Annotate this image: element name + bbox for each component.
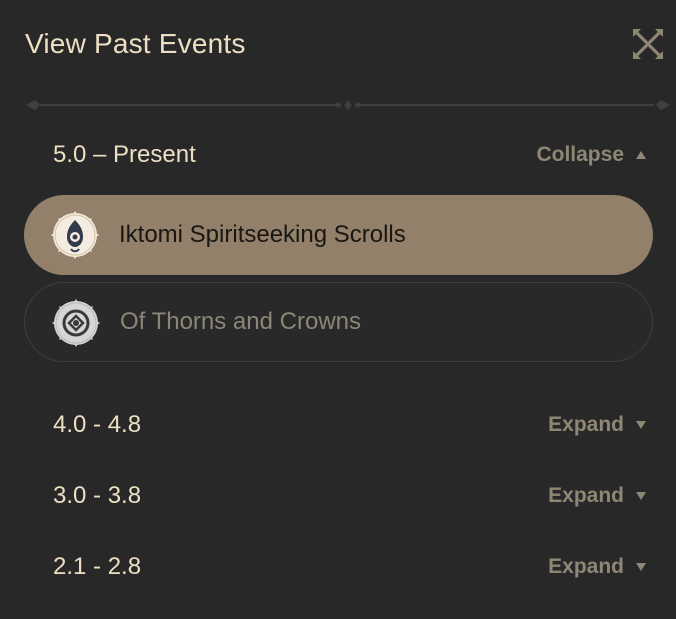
- expand-toggle[interactable]: Expand: [548, 484, 646, 508]
- expand-label: Expand: [548, 484, 624, 507]
- section-label: 4.0 - 4.8: [53, 411, 142, 438]
- event-item-of-thorns-and-crowns[interactable]: Of Thorns and Crowns: [24, 282, 653, 362]
- section-header-4-0-4-8[interactable]: 4.0 - 4.8 Expand: [0, 405, 676, 445]
- triangle-up-icon: [636, 151, 646, 159]
- event-emblem-icon: [51, 211, 99, 259]
- triangle-down-icon: [636, 563, 646, 571]
- section-label: 5.0 – Present: [53, 141, 196, 168]
- section-header-5-0-present[interactable]: 5.0 – Present Collapse: [0, 135, 676, 175]
- close-x-icon: [633, 29, 663, 59]
- event-label: Iktomi Spiritseeking Scrolls: [119, 221, 406, 248]
- header-divider: [26, 100, 670, 110]
- expand-toggle[interactable]: Expand: [548, 555, 646, 579]
- expand-toggle[interactable]: Expand: [548, 413, 646, 437]
- section-label: 2.1 - 2.8: [53, 553, 142, 580]
- triangle-down-icon: [636, 421, 646, 429]
- expand-label: Expand: [548, 413, 624, 436]
- expand-label: Expand: [548, 555, 624, 578]
- collapse-toggle[interactable]: Collapse: [536, 143, 646, 167]
- section-header-2-1-2-8[interactable]: 2.1 - 2.8 Expand: [0, 547, 676, 587]
- close-button[interactable]: [628, 24, 668, 64]
- event-emblem-icon: [52, 299, 100, 347]
- event-label: Of Thorns and Crowns: [120, 308, 361, 335]
- section-header-3-0-3-8[interactable]: 3.0 - 3.8 Expand: [0, 476, 676, 516]
- collapse-label: Collapse: [536, 143, 624, 166]
- panel-title: View Past Events: [25, 28, 246, 59]
- section-label: 3.0 - 3.8: [53, 482, 142, 509]
- event-item-iktomi-spiritseeking-scrolls[interactable]: Iktomi Spiritseeking Scrolls: [24, 195, 653, 275]
- triangle-down-icon: [636, 492, 646, 500]
